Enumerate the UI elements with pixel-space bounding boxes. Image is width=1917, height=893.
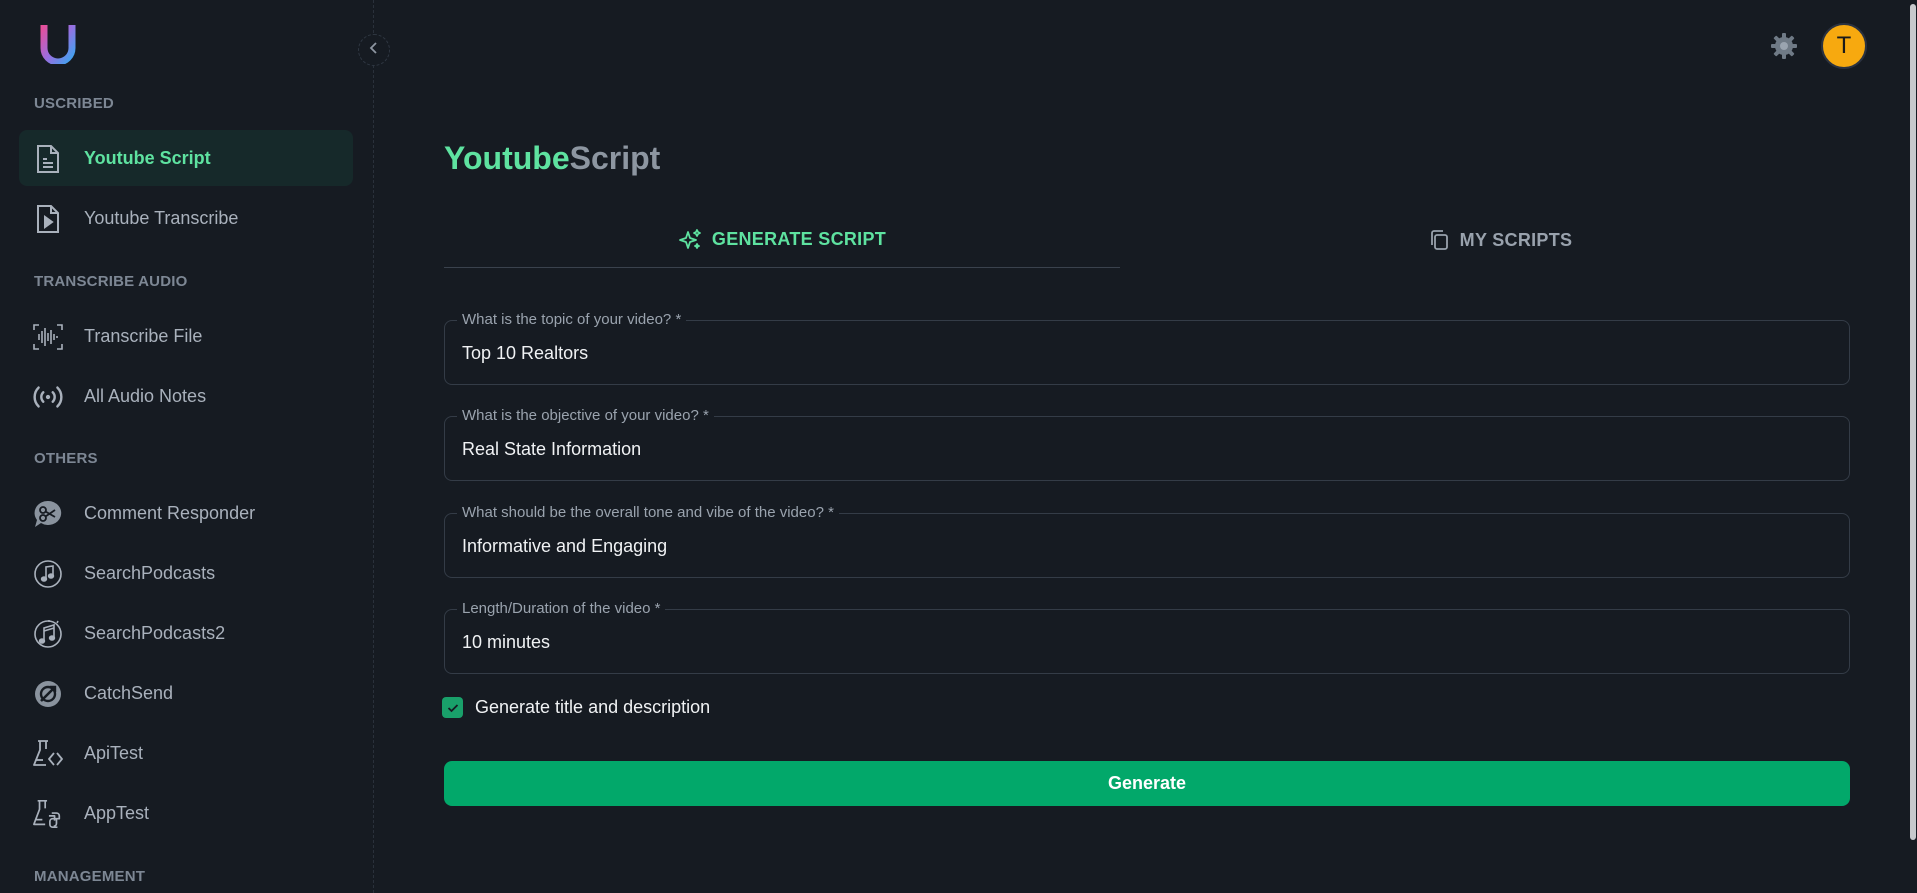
waveform-icon: [32, 321, 64, 353]
objective-field-label: What is the objective of your video? *: [457, 407, 714, 424]
page-title: YoutubeScript: [444, 140, 660, 177]
section-label-transcribe-audio: TRANSCRIBE AUDIO: [34, 273, 188, 290]
generate-title-checkbox-label: Generate title and description: [475, 697, 711, 717]
sidebar-item-apitest[interactable]: ApiTest: [19, 725, 353, 781]
sidebar-item-label: ApiTest: [84, 742, 144, 763]
topic-field-label: What is the topic of your video? *: [457, 311, 687, 328]
sidebar: USCRIBED Youtube Script Youtube Transcri…: [0, 0, 374, 893]
topic-input[interactable]: [462, 343, 1832, 364]
topic-field[interactable]: What is the topic of your video? *: [444, 311, 1850, 385]
generate-button[interactable]: Generate: [444, 761, 1850, 806]
sidebar-item-label: Comment Responder: [84, 502, 256, 523]
sidebar-item-all-audio-notes[interactable]: All Audio Notes: [19, 368, 353, 424]
section-label-uscribed: USCRIBED: [34, 95, 114, 112]
sidebar-item-label: AppTest: [84, 802, 150, 823]
section-label-others: OTHERS: [34, 450, 98, 467]
sidebar-item-label: SearchPodcasts2: [84, 622, 226, 643]
section-label-management: MANAGEMENT: [34, 868, 146, 885]
sidebar-item-searchpodcasts[interactable]: SearchPodcasts: [19, 545, 353, 601]
duration-field[interactable]: Length/Duration of the video *: [444, 600, 1850, 674]
objective-field[interactable]: What is the objective of your video? *: [444, 407, 1850, 481]
sidebar-item-apptest[interactable]: AppTest: [19, 785, 353, 841]
chevron-left-icon: [368, 41, 380, 60]
sidebar-item-youtube-transcribe[interactable]: Youtube Transcribe: [19, 190, 353, 246]
avatar-initial: T: [1836, 32, 1852, 59]
sidebar-item-label: All Audio Notes: [84, 385, 207, 406]
sidebar-item-label: SearchPodcasts: [84, 562, 216, 583]
tab-bar: GENERATE SCRIPT MY SCRIPTS: [444, 212, 1850, 270]
sidebar-item-catchsend[interactable]: CatchSend: [19, 665, 353, 721]
comment-scissors-icon: [32, 498, 64, 530]
generate-title-checkbox[interactable]: [442, 697, 463, 718]
sidebar-item-searchpodcasts2[interactable]: SearchPodcasts2: [19, 605, 353, 661]
music-note-icon: [32, 558, 64, 590]
scrollbar-thumb[interactable]: [1910, 4, 1916, 840]
sidebar-item-youtube-script[interactable]: Youtube Script: [19, 130, 353, 186]
duration-input[interactable]: [462, 632, 1832, 653]
settings-button[interactable]: [1770, 32, 1798, 60]
page-title-part1: Youtube: [444, 140, 570, 176]
tab-label: MY SCRIPTS: [1459, 229, 1573, 250]
page-title-part2: Script: [569, 140, 661, 176]
objective-input[interactable]: [462, 439, 1832, 460]
sidebar-item-comment-responder[interactable]: Comment Responder: [19, 485, 353, 541]
generate-title-checkbox-row[interactable]: Generate title and description: [442, 697, 710, 718]
tab-my-scripts[interactable]: MY SCRIPTS: [1162, 212, 1838, 268]
sparkles-icon: [678, 228, 702, 252]
music-notes-icon: [32, 618, 64, 650]
tone-input[interactable]: [462, 536, 1832, 557]
sidebar-item-label: CatchSend: [84, 682, 174, 703]
file-play-icon: [32, 203, 64, 235]
document-icon: [32, 143, 64, 175]
flask-code-icon: [32, 738, 64, 770]
sidebar-collapse-button[interactable]: [358, 34, 390, 66]
sidebar-item-label: Transcribe File: [84, 325, 203, 346]
flask-python-icon: [32, 798, 64, 830]
sidebar-item-label: Youtube Script: [84, 147, 211, 168]
tab-generate-script[interactable]: GENERATE SCRIPT: [444, 212, 1120, 268]
tone-field[interactable]: What should be the overall tone and vibe…: [444, 504, 1850, 578]
tone-field-label: What should be the overall tone and vibe…: [457, 504, 839, 521]
broadcast-icon: [32, 381, 64, 413]
sidebar-item-transcribe-file[interactable]: Transcribe File: [19, 308, 353, 364]
app-root: USCRIBED Youtube Script Youtube Transcri…: [0, 0, 1917, 893]
app-logo[interactable]: [40, 22, 76, 66]
gear-icon: [1770, 33, 1798, 64]
catch-send-icon: [32, 678, 64, 710]
duration-field-label: Length/Duration of the video *: [457, 600, 666, 617]
tab-label: GENERATE SCRIPT: [711, 229, 887, 249]
copy-icon: [1428, 229, 1450, 251]
avatar[interactable]: T: [1821, 23, 1867, 69]
sidebar-item-label: Youtube Transcribe: [84, 207, 239, 228]
